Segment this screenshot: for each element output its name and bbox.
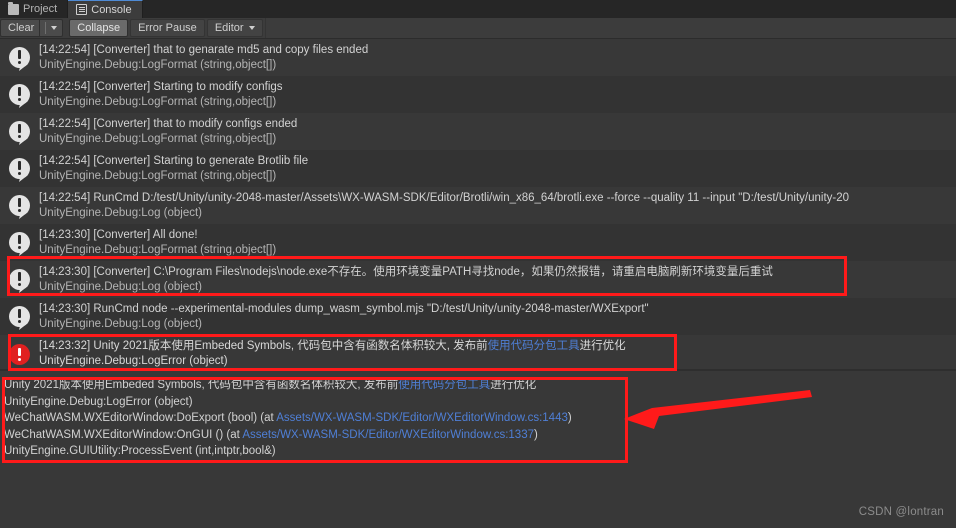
log-message: [14:23:30] RunCmd node --experimental-mo…	[39, 302, 649, 315]
log-row[interactable]: [14:22:54] [Converter] that to modify co…	[0, 113, 956, 150]
tab-console-label: Console	[91, 3, 132, 16]
trace-2-pre: WeChatWASM.WXEditorWindow:OnGUI () (at	[4, 428, 243, 441]
editor-dropdown-label: Editor	[214, 22, 244, 34]
clear-dropdown-button[interactable]	[39, 19, 64, 37]
detail-line-pre: Unity 2021版本使用Embeded Symbols, 代码包中含有函数名…	[4, 379, 399, 391]
console-log-list[interactable]: [14:22:54] [Converter] that to genarate …	[0, 39, 956, 369]
collapse-toggle-label: Collapse	[77, 22, 121, 34]
detail-line-message: Unity 2021版本使用Embeded Symbols, 代码包中含有函数名…	[4, 377, 956, 394]
log-message: [14:22:54] [Converter] that to genarate …	[39, 43, 369, 56]
console-toolbar: Clear Collapse Error Pause Editor	[0, 18, 956, 39]
detail-line-stack: UnityEngine.Debug:LogError (object)	[4, 395, 193, 408]
log-message-post: 进行优化	[579, 339, 626, 352]
detail-line-trace-2: WeChatWASM.WXEditorWindow:OnGUI () (at A…	[4, 427, 956, 444]
log-stack: UnityEngine.Debug:LogFormat (string,obje…	[39, 169, 277, 182]
error-icon	[8, 342, 32, 366]
log-row[interactable]: [14:23:30] [Converter] All done! UnityEn…	[0, 224, 956, 261]
warning-icon	[8, 305, 32, 329]
chevron-down-icon	[51, 26, 58, 30]
log-message: [14:23:32] Unity 2021版本使用Embeded Symbols…	[39, 339, 956, 354]
log-stack: UnityEngine.Debug:LogFormat (string,obje…	[39, 58, 277, 71]
warning-icon	[8, 46, 32, 70]
detail-line-link[interactable]: 使用代码分包工具	[398, 379, 490, 391]
log-row[interactable]: [14:22:54] [Converter] Starting to modif…	[0, 76, 956, 113]
log-message: [14:22:54] [Converter] that to modify co…	[39, 117, 298, 130]
error-pause-toggle-label: Error Pause	[138, 22, 197, 34]
log-message: [14:22:54] [Converter] Starting to modif…	[39, 80, 283, 93]
empty-area	[0, 466, 956, 528]
toolbar-separator	[264, 18, 266, 38]
detail-line-trace-3: UnityEngine.GUIUtility:ProcessEvent (int…	[4, 445, 276, 457]
warning-icon	[8, 120, 32, 144]
warning-icon	[8, 83, 32, 107]
detail-line-post: 进行优化	[490, 379, 537, 391]
folder-icon	[8, 1, 19, 15]
clear-button-label: Clear	[8, 22, 35, 34]
tab-strip: Project Console	[0, 0, 956, 18]
log-stack: UnityEngine.Debug:LogFormat (string,obje…	[39, 95, 277, 108]
warning-icon	[8, 157, 32, 181]
log-stack: UnityEngine.Debug:Log (object)	[39, 206, 203, 219]
trace-2-post: )	[533, 428, 538, 441]
log-row[interactable]: [14:22:54] [Converter] that to genarate …	[0, 39, 956, 76]
log-stack: UnityEngine.Debug:LogFormat (string,obje…	[39, 243, 277, 256]
log-row[interactable]: [14:22:54] RunCmd D:/test/Unity/unity-20…	[0, 187, 956, 224]
trace-1-link[interactable]: Assets/WX-WASM-SDK/Editor/WXEditorWindow…	[276, 412, 568, 424]
editor-dropdown[interactable]: Editor	[206, 19, 263, 37]
log-message: [14:23:30] [Converter] C:\Program Files\…	[39, 265, 773, 278]
log-message: [14:22:54] RunCmd D:/test/Unity/unity-20…	[39, 191, 850, 204]
log-detail-pane[interactable]: Unity 2021版本使用Embeded Symbols, 代码包中含有函数名…	[0, 371, 956, 466]
log-message: [14:23:30] [Converter] All done!	[39, 228, 198, 241]
log-row[interactable]: [14:23:30] RunCmd node --experimental-mo…	[0, 298, 956, 335]
tab-project[interactable]: Project	[0, 0, 69, 18]
warning-icon	[8, 268, 32, 292]
log-stack: UnityEngine.Debug:Log (object)	[39, 280, 203, 293]
console-icon	[76, 4, 88, 15]
trace-1-post: )	[567, 412, 572, 424]
log-message: [14:22:54] [Converter] Starting to gener…	[39, 154, 309, 167]
warning-icon	[8, 194, 32, 218]
log-row-error[interactable]: [14:23:32] Unity 2021版本使用Embeded Symbols…	[0, 335, 956, 369]
button-divider	[45, 22, 47, 34]
collapse-toggle[interactable]: Collapse	[69, 19, 129, 37]
log-stack: UnityEngine.Debug:LogFormat (string,obje…	[39, 132, 277, 145]
log-stack: UnityEngine.Debug:Log (object)	[39, 317, 203, 330]
detail-line-trace-1: WeChatWASM.WXEditorWindow:DoExport (bool…	[4, 410, 956, 427]
tab-console[interactable]: Console	[68, 0, 143, 18]
clear-button[interactable]: Clear	[0, 19, 40, 37]
trace-2-link[interactable]: Assets/WX-WASM-SDK/Editor/WXEditorWindow…	[242, 429, 534, 441]
log-row[interactable]: [14:23:30] [Converter] C:\Program Files\…	[0, 261, 956, 298]
warning-icon	[8, 231, 32, 255]
log-message-link[interactable]: 使用代码分包工具	[488, 340, 580, 352]
log-message-pre: [14:23:32] Unity 2021版本使用Embeded Symbols…	[39, 339, 488, 352]
error-pause-toggle[interactable]: Error Pause	[130, 19, 205, 37]
console-window: Project Console Clear Collapse Error Pau…	[0, 0, 956, 528]
log-row[interactable]: [14:22:54] [Converter] Starting to gener…	[0, 150, 956, 187]
trace-1-pre: WeChatWASM.WXEditorWindow:DoExport (bool…	[4, 412, 277, 424]
chevron-down-icon	[248, 26, 255, 30]
tab-project-label: Project	[23, 3, 58, 15]
log-stack: UnityEngine.Debug:LogError (object)	[39, 354, 228, 367]
watermark: CSDN @lontran	[858, 506, 944, 518]
